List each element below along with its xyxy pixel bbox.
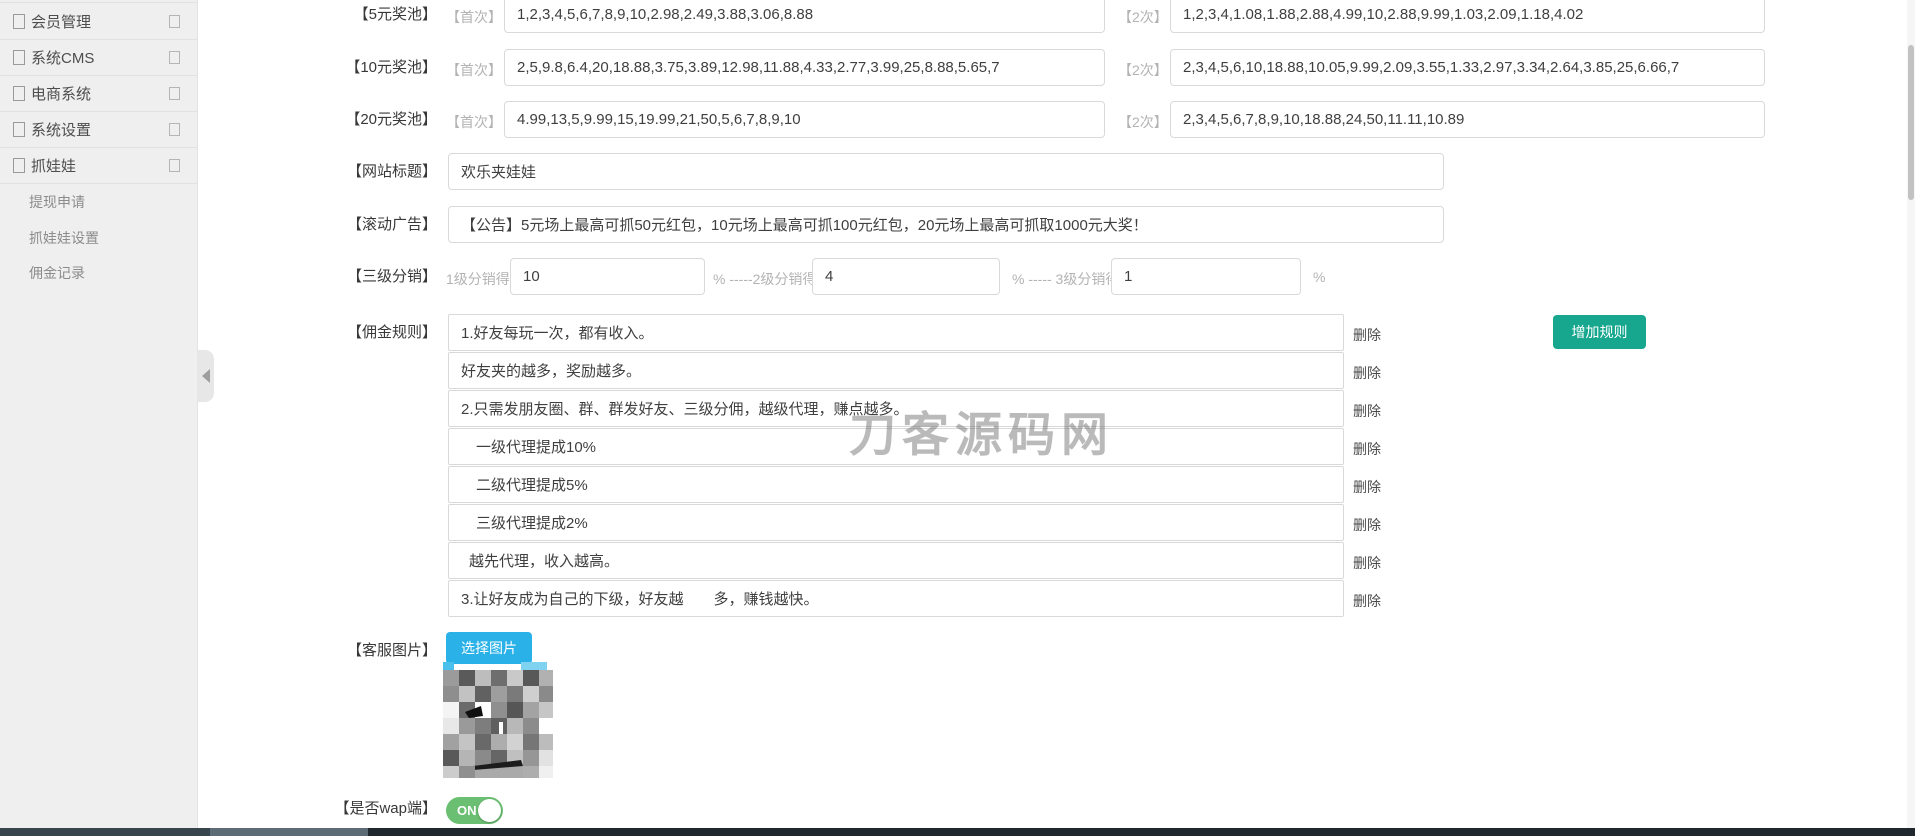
sidebar-item-ecommerce[interactable]: 电商系统 — [0, 75, 197, 112]
rule-delete-link-4[interactable]: 删除 — [1353, 439, 1381, 459]
menu-glyph-icon — [13, 50, 25, 65]
rule-delete-link-1[interactable]: 删除 — [1353, 325, 1381, 345]
sidebar-item-label: 系统CMS — [31, 47, 94, 68]
vertical-scrollbar-thumb[interactable] — [1908, 45, 1914, 200]
toggle-knob — [478, 799, 501, 822]
rule-input-2[interactable] — [448, 352, 1344, 389]
rule-delete-link-7[interactable]: 删除 — [1353, 553, 1381, 573]
sidebar-subitem-label: 抓娃娃设置 — [29, 228, 99, 248]
rule-input-4[interactable] — [448, 428, 1344, 465]
sidebar-item-system-settings[interactable]: 系统设置 — [0, 111, 197, 148]
pool20-second-input[interactable] — [1170, 101, 1765, 138]
horizontal-scrollbar-thumb[interactable] — [210, 828, 368, 836]
toggle-state-label: ON — [457, 803, 477, 818]
level2-label: % -----2级分销得 — [713, 269, 816, 289]
service-image-label: 【客服图片】 — [307, 642, 437, 660]
sidebar-item-members[interactable]: 会员管理 — [0, 3, 197, 40]
rule-input-5[interactable] — [448, 466, 1344, 503]
pool5-first-input[interactable] — [504, 0, 1105, 33]
expand-icon[interactable] — [169, 15, 180, 28]
rule-input-7[interactable] — [448, 542, 1344, 579]
sidebar-subitem-withdrawal[interactable]: 提现申请 — [0, 184, 197, 220]
rule-input-1[interactable] — [448, 314, 1344, 351]
pool5-first-tag: 【首次】 — [446, 7, 502, 27]
sidebar-item-claw-machine[interactable]: 抓娃娃 — [0, 147, 197, 184]
expand-icon[interactable] — [169, 87, 180, 100]
sidebar-item-label: 电商系统 — [31, 83, 91, 104]
rule-input-3[interactable] — [448, 390, 1344, 427]
customer-service-image — [443, 670, 553, 778]
rule-delete-link-6[interactable]: 删除 — [1353, 515, 1381, 535]
level1-label: 1级分销得 — [446, 269, 510, 289]
level1-input[interactable] — [510, 258, 705, 295]
sidebar-subitem-label: 提现申请 — [29, 192, 85, 212]
sidebar-subitem-label: 佣金记录 — [29, 263, 85, 283]
pool10-first-tag: 【首次】 — [446, 60, 502, 80]
level2-input[interactable] — [812, 258, 1000, 295]
sidebar-item-label: 抓娃娃 — [31, 155, 76, 176]
pool20-first-tag: 【首次】 — [446, 112, 502, 132]
menu-glyph-icon — [13, 14, 25, 29]
rule-input-6[interactable] — [448, 504, 1344, 541]
menu-glyph-icon — [13, 122, 25, 137]
level3-label: % ----- 3级分销得 — [1012, 269, 1119, 289]
wap-label: 【是否wap端】 — [307, 800, 437, 818]
scroll-ad-label: 【滚动广告】 — [307, 216, 437, 234]
sidebar-collapse-handle[interactable] — [197, 350, 214, 402]
expand-icon[interactable] — [169, 159, 180, 172]
pool20-second-tag: 【2次】 — [1118, 112, 1168, 132]
rule-delete-link-5[interactable]: 删除 — [1353, 477, 1381, 497]
pool5-second-input[interactable] — [1170, 0, 1765, 33]
add-rule-button[interactable]: 增加规则 — [1553, 315, 1646, 349]
pool5-label: 【5元奖池】 — [307, 6, 437, 24]
sidebar-subitem-claw-settings[interactable]: 抓娃娃设置 — [0, 220, 197, 256]
mosaic-pixelated-image — [443, 670, 553, 778]
menu-glyph-icon — [13, 158, 25, 173]
sidebar: 会员管理 系统CMS 电商系统 系统设置 抓娃娃 提现申请 抓娃娃设置 — [0, 0, 198, 828]
choose-image-button[interactable]: 选择图片 — [446, 632, 532, 664]
sidebar-item-label: 系统设置 — [31, 119, 91, 140]
wap-toggle[interactable]: ON — [446, 797, 503, 824]
pool10-label: 【10元奖池】 — [307, 59, 437, 77]
pool20-label: 【20元奖池】 — [307, 111, 437, 129]
rule-input-8[interactable] — [448, 580, 1344, 617]
scroll-ad-input[interactable] — [448, 206, 1444, 243]
sidebar-item-cms[interactable]: 系统CMS — [0, 39, 197, 76]
rule-delete-link-2[interactable]: 删除 — [1353, 363, 1381, 383]
site-title-label: 【网站标题】 — [307, 163, 437, 181]
menu-glyph-icon — [13, 86, 25, 101]
level3-input[interactable] — [1111, 258, 1301, 295]
distribution-label: 【三级分销】 — [307, 268, 437, 286]
chevron-left-icon — [202, 369, 210, 383]
expand-icon[interactable] — [169, 51, 180, 64]
pool10-first-input[interactable] — [504, 49, 1105, 86]
sidebar-item-label: 会员管理 — [31, 11, 91, 32]
expand-icon[interactable] — [169, 123, 180, 136]
site-title-input[interactable] — [448, 153, 1444, 190]
pool10-second-tag: 【2次】 — [1118, 60, 1168, 80]
admin-settings-page: 会员管理 系统CMS 电商系统 系统设置 抓娃娃 提现申请 抓娃娃设置 — [0, 0, 1915, 836]
percent-suffix: % — [1313, 269, 1325, 285]
sidebar-subitem-commission-log[interactable]: 佣金记录 — [0, 255, 197, 291]
pool10-second-input[interactable] — [1170, 49, 1765, 86]
rules-label: 【佣金规则】 — [307, 324, 437, 342]
pool20-first-input[interactable] — [504, 101, 1105, 138]
rule-delete-link-3[interactable]: 删除 — [1353, 401, 1381, 421]
pool5-second-tag: 【2次】 — [1118, 7, 1168, 27]
rule-delete-link-8[interactable]: 删除 — [1353, 591, 1381, 611]
horizontal-scrollbar-track[interactable] — [0, 828, 210, 836]
horizontal-scrollbar-track[interactable] — [368, 828, 1915, 836]
